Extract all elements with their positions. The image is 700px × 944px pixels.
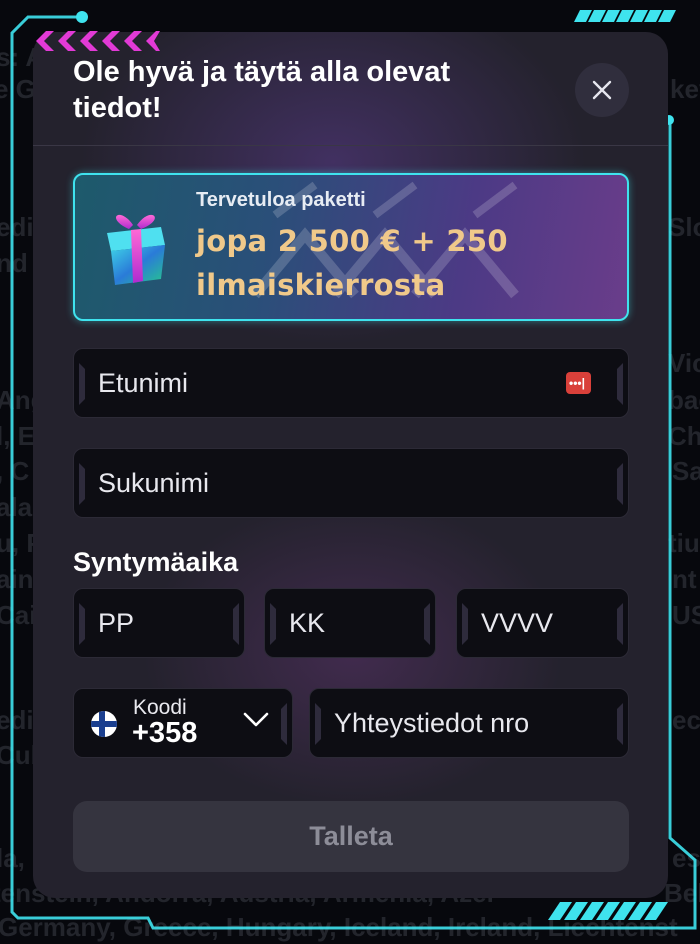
bg-text-line: Chi	[668, 421, 700, 451]
field-notch	[270, 603, 276, 645]
close-icon	[592, 80, 612, 100]
birth-day-field[interactable]: PP	[73, 588, 245, 658]
field-notch	[462, 603, 468, 645]
phone-code-value: +358	[132, 717, 198, 749]
phone-number-field[interactable]: Yhteystiedot nro	[309, 688, 629, 758]
bg-text-line: Cai	[0, 600, 37, 630]
birth-year-field[interactable]: VVVV	[456, 588, 629, 658]
field-notch	[233, 603, 239, 645]
welcome-bonus-banner: Tervetuloa paketti jopa 2 500 € + 250 il…	[73, 173, 629, 321]
field-notch	[617, 363, 623, 405]
birth-month-placeholder: KK	[289, 607, 326, 638]
bg-text-line: es	[672, 843, 700, 873]
submit-button[interactable]: Talleta	[73, 801, 629, 872]
banner-label: Tervetuloa paketti	[196, 189, 366, 211]
bg-text-line: bad	[668, 385, 700, 415]
field-notch	[424, 603, 430, 645]
field-notch	[617, 703, 623, 745]
close-button[interactable]	[575, 63, 629, 117]
field-notch	[617, 603, 623, 645]
last-name-placeholder: Sukunimi	[98, 467, 210, 498]
last-name-field[interactable]: Sukunimi	[73, 448, 629, 518]
bg-text-line: ec	[672, 705, 700, 735]
decorative-chevrons-icon	[36, 31, 160, 51]
phone-number-placeholder: Yhteystiedot nro	[334, 707, 530, 738]
modal-title: Ole hyvä ja täytä alla olevat tiedot!	[73, 56, 451, 124]
finland-flag-icon	[91, 711, 117, 737]
gift-icon	[107, 214, 165, 285]
bg-text-line: Vic	[668, 348, 700, 378]
bg-text-line: US	[672, 600, 700, 630]
field-notch	[79, 603, 85, 645]
bg-text-line: Bel	[664, 878, 700, 908]
first-name-placeholder: Etunimi	[98, 367, 189, 398]
phone-code-select[interactable]: Koodi +358	[73, 688, 293, 758]
bg-text-line: ain	[0, 564, 34, 594]
bg-text-line: , C	[0, 456, 30, 486]
first-name-field[interactable]: Etunimi •••|	[73, 348, 629, 418]
bg-text-line: Sa	[672, 456, 700, 486]
field-notch	[281, 703, 287, 745]
bg-text-line: tiu	[668, 528, 700, 558]
bg-text-line: l, E	[0, 421, 36, 451]
bg-text-line: Slo	[668, 212, 700, 242]
field-notch	[315, 703, 321, 745]
chevron-down-icon	[243, 712, 269, 727]
birth-day-placeholder: PP	[98, 607, 135, 638]
field-notch	[79, 463, 85, 505]
bg-text-line: nt	[672, 564, 697, 594]
banner-offer: jopa 2 500 € + 250 ilmaiskierrosta	[196, 224, 508, 302]
password-manager-icon[interactable]: •••|	[566, 372, 591, 394]
field-notch	[617, 463, 623, 505]
birth-month-field[interactable]: KK	[264, 588, 436, 658]
registration-modal: Ole hyvä ja täytä alla olevat tiedot! Te…	[33, 32, 668, 898]
bg-text-line: Germany, Greece, Hungary, Iceland, Irela…	[0, 912, 678, 942]
bg-text-line: ala	[0, 492, 33, 522]
bg-text-line: nd	[0, 248, 28, 278]
bg-text-line: la,	[0, 843, 25, 873]
bg-text-line: key	[670, 74, 700, 104]
birthdate-title: Syntymäaika	[73, 547, 239, 577]
birth-year-placeholder: VVVV	[481, 607, 554, 638]
field-notch	[79, 363, 85, 405]
